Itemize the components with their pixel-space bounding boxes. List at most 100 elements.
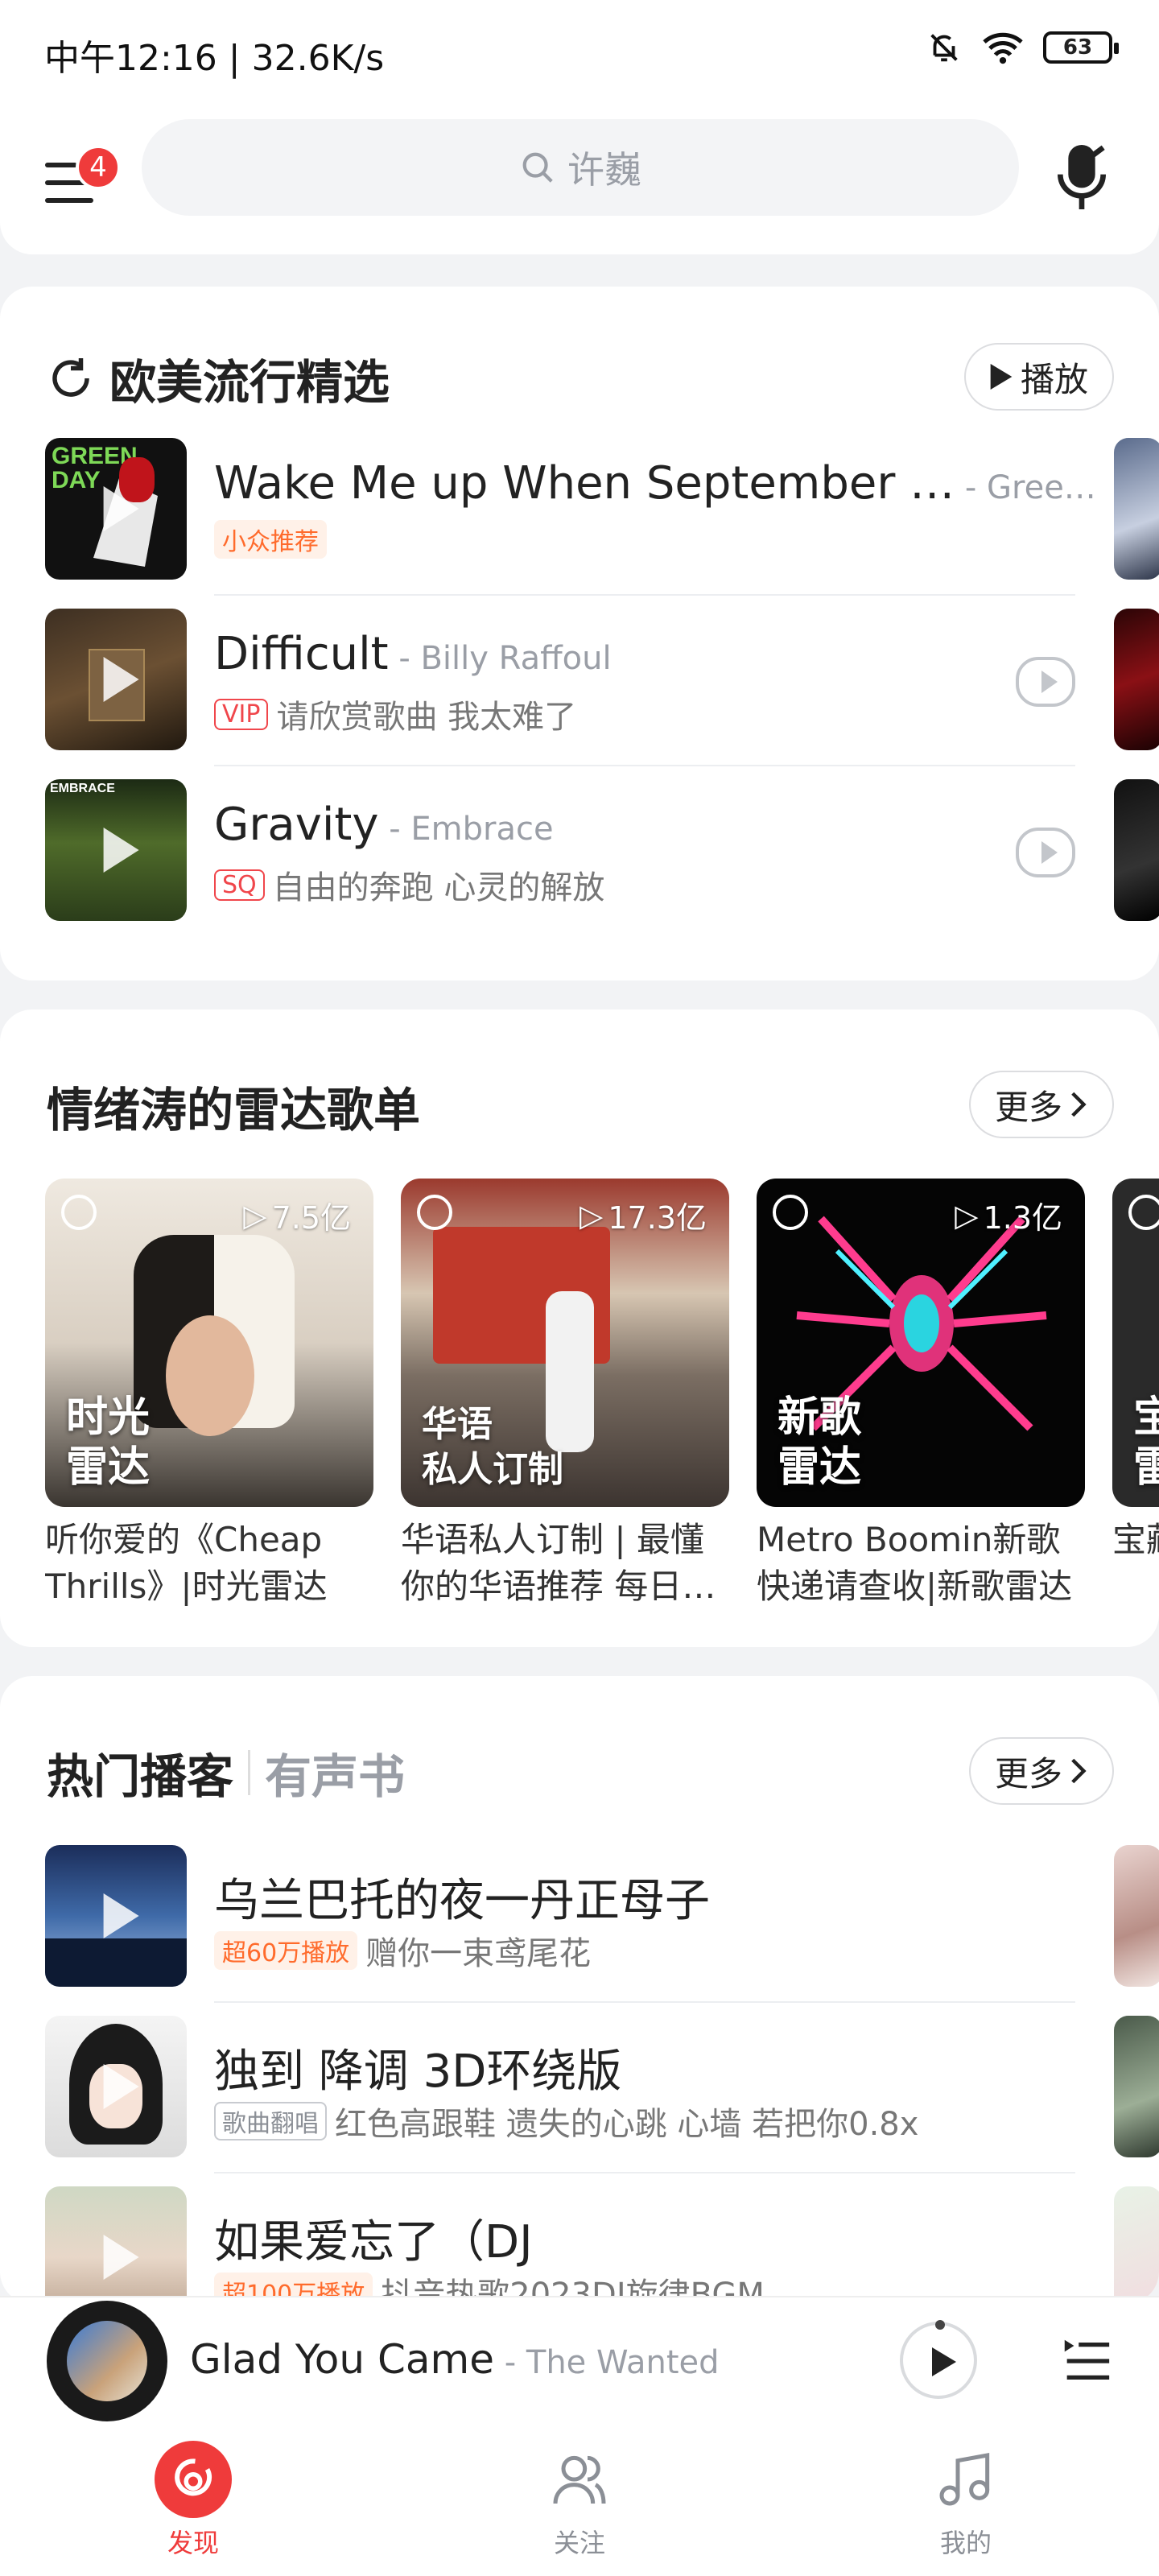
next-page-peek — [1114, 2186, 1159, 2304]
playlist-card[interactable]: ▷ 17.3亿 华语 私人订制 华语私人订制 | 最懂你的华语推荐 每日… — [401, 1179, 729, 1610]
next-page-peek — [1114, 609, 1159, 750]
battery-icon: 63 — [1043, 31, 1119, 64]
play-count: 1.3亿 — [983, 1200, 1062, 1236]
play-icon — [103, 657, 139, 702]
song-row[interactable]: GREEN DAY Wake Me up When September … - G… — [45, 425, 1096, 596]
tab-audiobook[interactable]: 有声书 — [265, 1739, 405, 1806]
tab-hot-podcast[interactable]: 热门播客 — [47, 1739, 233, 1806]
status-time: 中午12:16 | 32.6K/s — [44, 38, 385, 79]
voice-search-button[interactable] — [1050, 137, 1114, 217]
playlist-card[interactable]: ▷ 1.3亿 新歌 雷达 Metro Boomin新歌快递请查收|新歌雷达 — [757, 1179, 1085, 1610]
search-icon — [522, 152, 553, 183]
radar-logo-icon — [773, 1195, 808, 1230]
podcast-title: 如果爱忘了（DJ — [214, 2216, 533, 2268]
podcast-subtitle: 赠你一束鸢尾花 — [365, 1935, 592, 1972]
play-icon — [103, 2235, 139, 2280]
now-playing-artist: - The Wanted — [494, 2344, 720, 2381]
song-artist: - Gree… — [955, 469, 1096, 506]
chevron-right-icon — [1071, 1758, 1087, 1784]
play-pause-button[interactable] — [900, 2320, 977, 2399]
microphone-icon — [1058, 145, 1106, 209]
podcast-cover — [45, 1845, 187, 1987]
album-cover: EMBRACE — [45, 779, 187, 921]
now-playing-disc[interactable] — [47, 2301, 167, 2421]
wifi-icon — [983, 32, 1023, 64]
song-tag: 小众推荐 — [214, 520, 327, 559]
nav-discover[interactable]: 发现 — [0, 2425, 386, 2576]
playlist-overlay-line1: 时光 — [66, 1393, 151, 1442]
song-row[interactable]: EMBRACE Gravity - Embrace SQ 自由的奔跑 心灵的解放 — [45, 766, 1075, 937]
podcast-row[interactable]: 独到 降调 3D环绕版 歌曲翻唱 红色高跟鞋 遗失的心跳 心墙 若把你0.8x — [45, 2003, 1075, 2174]
next-page-peek — [1114, 2016, 1159, 2157]
play-song-button[interactable] — [1016, 657, 1075, 707]
chevron-right-icon — [1071, 1092, 1087, 1117]
playlist-overlay-line2: 私人订制 — [422, 1449, 563, 1490]
playlist-caption: 华语私人订制 | 最懂你的华语推荐 每日… — [401, 1520, 716, 1606]
song-title: Gravity — [214, 799, 379, 851]
podcast-cover — [45, 2186, 187, 2304]
more-button[interactable]: 更多 — [968, 1737, 1114, 1805]
more-button[interactable]: 更多 — [968, 1071, 1114, 1138]
mute-bell-icon — [930, 34, 958, 62]
bottom-navigation: 发现 关注 我的 — [0, 2425, 1159, 2576]
music-note-icon — [927, 2441, 1004, 2518]
menu-button[interactable]: 4 — [45, 145, 121, 217]
podcast-cover — [45, 2016, 187, 2157]
mini-player[interactable]: Glad You Came - The Wanted — [0, 2296, 1159, 2425]
next-page-peek — [1114, 1845, 1159, 1987]
category-tag: 歌曲翻唱 — [214, 2102, 327, 2140]
song-row[interactable]: Difficult - Billy Raffoul VIP 请欣赏歌曲 我太难了 — [45, 596, 1075, 766]
playlist-caption: 听你爱的《Cheap Thrills》|时光雷达 — [45, 1520, 328, 1606]
next-page-peek — [1114, 779, 1159, 921]
now-playing-cover — [67, 2321, 147, 2401]
playlist-card[interactable]: 宝雷 宝藏 — [1112, 1179, 1159, 1610]
western-pop-section: 欧美流行精选 播放 GREEN DAY Wake Me up When Septe… — [0, 287, 1159, 980]
podcast-row[interactable]: 乌兰巴托的夜一丹正母子 超60万播放 赠你一束鸢尾花 — [45, 1832, 1075, 2003]
nav-follow[interactable]: 关注 — [386, 2425, 773, 2576]
play-icon — [990, 364, 1013, 390]
playlist-overlay-line1: 新歌 — [777, 1393, 862, 1442]
playlist-caption: 宝藏 — [1112, 1520, 1159, 1559]
follow-icon — [541, 2441, 618, 2518]
song-title: Wake Me up When September … — [214, 457, 955, 510]
playlist-cover: ▷ 1.3亿 新歌 雷达 — [757, 1179, 1085, 1507]
podcast-tabs: 热门播客 有声书 — [47, 1739, 405, 1806]
notification-badge: 4 — [76, 145, 121, 190]
radar-playlists-section: 情绪涛的雷达歌单 更多 ▷ 7.5亿 时光 雷达 听你爱的《Cheap Thrill… — [0, 1009, 1159, 1647]
radar-logo-icon — [1128, 1195, 1159, 1230]
play-icon — [103, 828, 139, 873]
song-artist: - Billy Raffoul — [388, 640, 612, 677]
playlist-cover: ▷ 17.3亿 华语 私人订制 — [401, 1179, 729, 1507]
menu-icon — [45, 163, 77, 167]
playlist-overlay-line1: 宝 — [1133, 1393, 1159, 1442]
now-playing-title: Glad You Came — [190, 2336, 495, 2383]
album-cover: GREEN DAY — [45, 438, 187, 580]
podcast-title: 乌兰巴托的夜一丹正母子 — [214, 1875, 710, 1927]
playlist-card[interactable]: ▷ 7.5亿 时光 雷达 听你爱的《Cheap Thrills》|时光雷达 — [45, 1179, 373, 1610]
netease-logo-icon — [155, 2441, 232, 2518]
podcast-row[interactable]: 如果爱忘了（DJ 超100万播放 抖音热歌2023DJ旋律BGM — [45, 2174, 1075, 2304]
song-subtitle: 请欣赏歌曲 我太难了 — [276, 699, 577, 736]
play-all-button[interactable]: 播放 — [963, 343, 1114, 411]
top-search-header: 4 许巍 — [0, 105, 1159, 254]
playlist-icon — [1064, 2339, 1110, 2380]
play-count-icon: ▷ — [243, 1197, 267, 1233]
refresh-icon[interactable] — [47, 354, 95, 402]
song-title: Difficult — [214, 628, 389, 680]
vip-tag: VIP — [214, 698, 269, 730]
podcast-title: 独到 降调 3D环绕版 — [214, 2046, 622, 2098]
playlist-overlay-line2: 雷 — [1133, 1443, 1159, 1492]
playlist-queue-button[interactable] — [1058, 2333, 1114, 2389]
play-song-button[interactable] — [1016, 828, 1075, 877]
playlist-cover: 宝雷 — [1112, 1179, 1159, 1507]
radar-logo-icon — [417, 1195, 452, 1230]
song-subtitle: 自由的奔跑 心灵的解放 — [272, 869, 605, 906]
playlist-overlay-line2: 雷达 — [777, 1443, 862, 1492]
nav-mine[interactable]: 我的 — [773, 2425, 1159, 2576]
radar-logo-icon — [61, 1195, 97, 1230]
search-input[interactable]: 许巍 — [142, 119, 1019, 216]
section-title: 情绪涛的雷达歌单 — [47, 1083, 421, 1137]
section-title: 欧美流行精选 — [47, 345, 390, 412]
play-icon — [103, 1893, 139, 1938]
playlist-cover: ▷ 7.5亿 时光 雷达 — [45, 1179, 373, 1507]
